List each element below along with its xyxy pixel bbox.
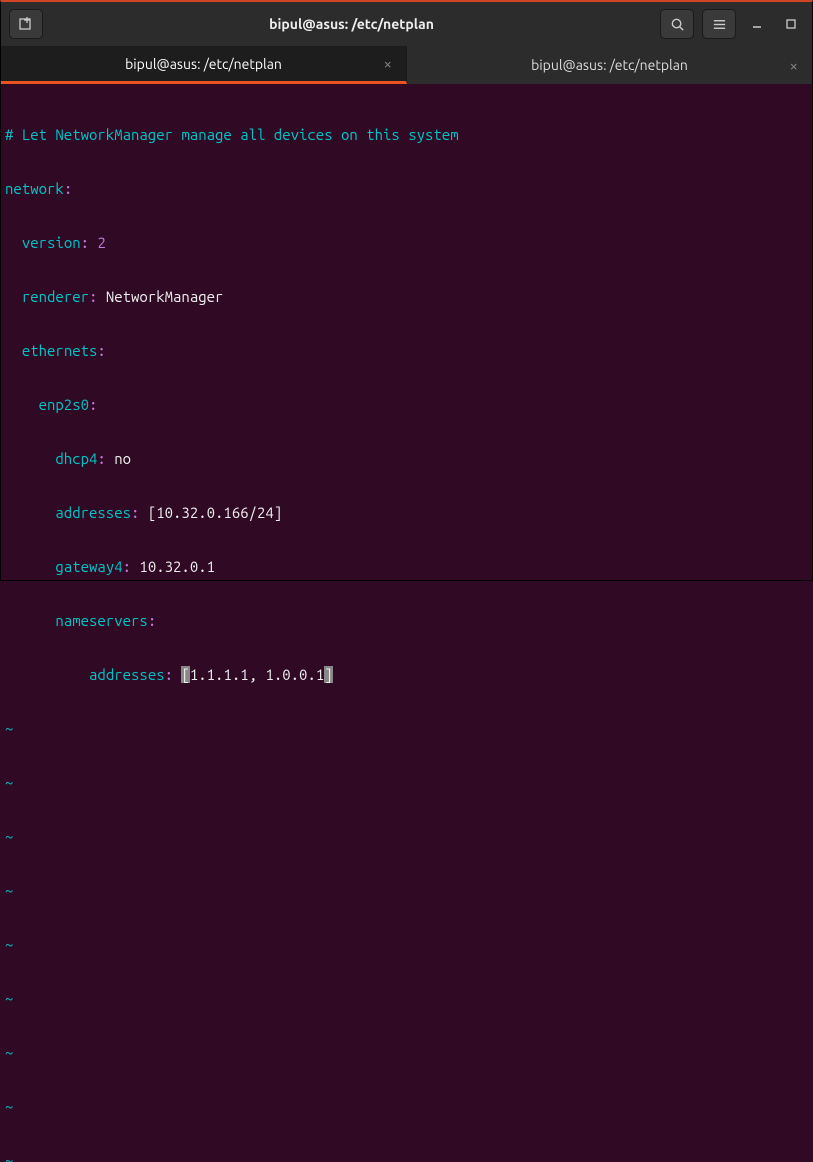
yaml-value: 1.1.1.1, 1.0.0.1 (190, 666, 324, 683)
yaml-value: 10.32.0.1 (139, 558, 215, 575)
editor-line: nameservers: (5, 612, 808, 630)
yaml-value: NetworkManager (106, 288, 224, 305)
close-icon[interactable]: × (384, 55, 392, 72)
yaml-colon: : (123, 558, 131, 575)
tab-bar: bipul@asus: /etc/netplan × bipul@asus: /… (1, 46, 812, 84)
yaml-key: enp2s0 (39, 396, 89, 413)
yaml-key: network (5, 180, 64, 197)
yaml-key: version (22, 234, 81, 251)
editor-line: addresses: [10.32.0.166/24] (5, 504, 808, 522)
yaml-colon: : (89, 396, 97, 413)
editor-line: ~ (5, 720, 808, 738)
editor-line: ~ (5, 1044, 808, 1062)
terminal-editor[interactable]: # Let NetworkManager manage all devices … (1, 84, 812, 1162)
yaml-key: addresses (89, 666, 165, 683)
yaml-colon: : (97, 450, 105, 467)
yaml-key: ethernets (22, 342, 98, 359)
yaml-colon: : (64, 180, 72, 197)
new-tab-button[interactable] (9, 9, 43, 39)
editor-line: ~ (5, 1098, 808, 1116)
editor-line: network: (5, 180, 808, 198)
vim-tilde: ~ (5, 1152, 13, 1162)
editor-line: version: 2 (5, 234, 808, 252)
tab-label: bipul@asus: /etc/netplan (125, 56, 282, 72)
menu-button[interactable] (702, 9, 736, 39)
editor-line: ~ (5, 828, 808, 846)
cursor-highlight: ] (324, 666, 332, 683)
vim-tilde: ~ (5, 936, 13, 953)
yaml-colon: : (131, 504, 139, 521)
maximize-button[interactable] (778, 11, 804, 37)
vim-tilde: ~ (5, 990, 13, 1007)
yaml-key: gateway4 (55, 558, 122, 575)
vim-tilde: ~ (5, 882, 13, 899)
editor-line: addresses: [1.1.1.1, 1.0.0.1] (5, 666, 808, 684)
minimize-button[interactable] (744, 11, 770, 37)
window-title: bipul@asus: /etc/netplan (51, 16, 652, 32)
vim-tilde: ~ (5, 1044, 13, 1061)
editor-line: ~ (5, 1152, 808, 1162)
vim-tilde: ~ (5, 828, 13, 845)
editor-line: ~ (5, 882, 808, 900)
new-tab-icon (18, 16, 34, 32)
tab-0[interactable]: bipul@asus: /etc/netplan × (1, 46, 407, 84)
yaml-colon: : (89, 288, 97, 305)
yaml-value: no (114, 450, 131, 467)
editor-line: renderer: NetworkManager (5, 288, 808, 306)
yaml-colon: : (81, 234, 89, 251)
search-button[interactable] (660, 9, 694, 39)
yaml-key: renderer (22, 288, 89, 305)
tab-label: bipul@asus: /etc/netplan (531, 57, 688, 73)
yaml-key: addresses (55, 504, 131, 521)
close-icon[interactable]: × (790, 57, 798, 74)
cursor-highlight: [ (181, 666, 189, 683)
editor-line: enp2s0: (5, 396, 808, 414)
yaml-comment: # Let NetworkManager manage all devices … (5, 126, 459, 143)
tab-1[interactable]: bipul@asus: /etc/netplan × (407, 46, 812, 84)
vim-tilde: ~ (5, 720, 13, 737)
titlebar: bipul@asus: /etc/netplan (1, 2, 812, 46)
search-icon (670, 17, 685, 32)
hamburger-icon (712, 17, 727, 32)
yaml-colon: : (97, 342, 105, 359)
editor-line: ~ (5, 774, 808, 792)
maximize-icon (786, 19, 796, 29)
titlebar-right (660, 9, 804, 39)
yaml-value: [10.32.0.166/24] (148, 504, 282, 521)
yaml-value: 2 (97, 234, 105, 251)
editor-line: gateway4: 10.32.0.1 (5, 558, 808, 576)
vim-tilde: ~ (5, 774, 13, 791)
yaml-colon: : (148, 612, 156, 629)
editor-line: dhcp4: no (5, 450, 808, 468)
editor-line: ethernets: (5, 342, 808, 360)
editor-line: ~ (5, 990, 808, 1008)
yaml-key: nameservers (55, 612, 147, 629)
vim-tilde: ~ (5, 1098, 13, 1115)
yaml-colon: : (165, 666, 173, 683)
editor-line: # Let NetworkManager manage all devices … (5, 126, 808, 144)
editor-line: ~ (5, 936, 808, 954)
yaml-key: dhcp4 (55, 450, 97, 467)
minimize-icon (752, 19, 762, 29)
